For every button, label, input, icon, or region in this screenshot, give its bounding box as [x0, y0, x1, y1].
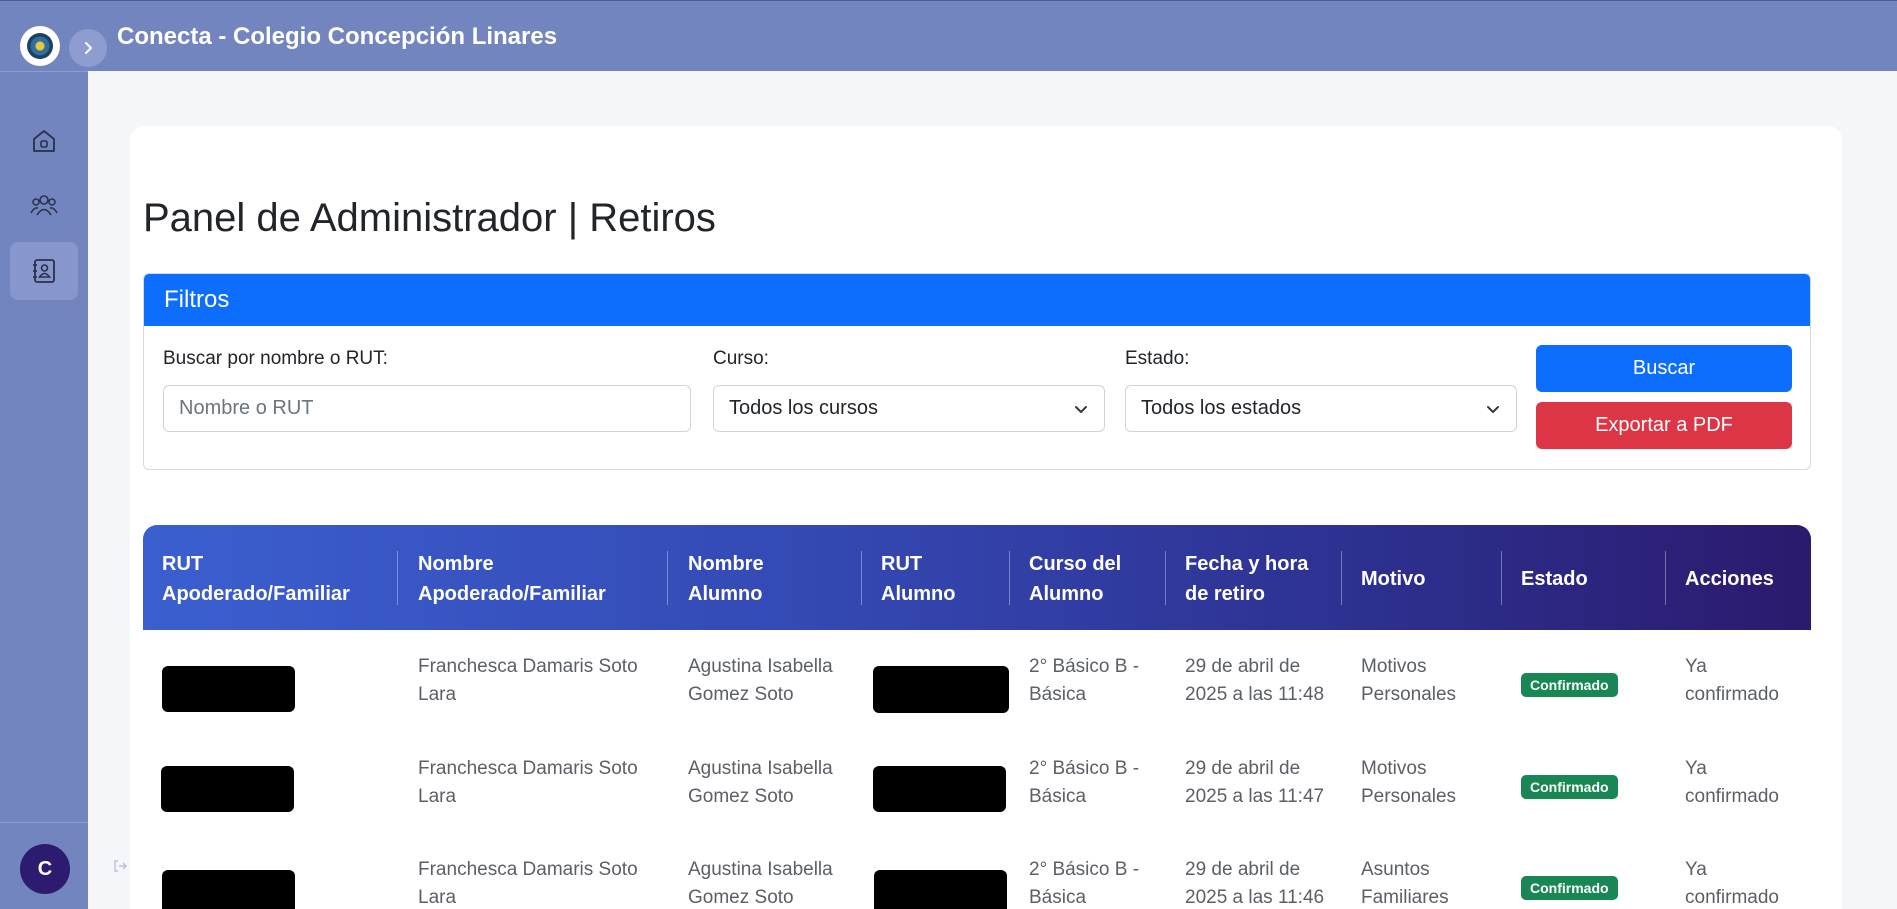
cell-curso: 2° Básico B - Básica	[1029, 656, 1140, 705]
col-separator	[1165, 551, 1166, 605]
col-header-estado[interactable]: Estado	[1521, 564, 1588, 594]
col-separator	[397, 551, 398, 605]
school-logo	[20, 26, 60, 66]
col-header-curso[interactable]: Curso del Alumno	[1029, 549, 1121, 609]
export-pdf-button[interactable]: Exportar a PDF	[1536, 402, 1792, 449]
retiros-table: RUT Apoderado/Familiar Nombre Apoderado/…	[143, 525, 1811, 909]
course-select-value: Todos los cursos	[729, 397, 878, 419]
cell-acciones: Ya confirmado	[1685, 656, 1779, 705]
col-separator	[1009, 551, 1010, 605]
col-header-fecha[interactable]: Fecha y hora de retiro	[1185, 549, 1308, 609]
col-separator	[861, 551, 862, 605]
redacted-rut-apoderado	[162, 666, 295, 712]
filters-header: Filtros	[144, 274, 1810, 326]
school-crest-icon	[27, 33, 53, 59]
redacted-rut-alumno	[873, 766, 1006, 812]
col-separator	[1341, 551, 1342, 605]
cell-fecha: 29 de abril de 2025 a las 11:46	[1185, 859, 1325, 908]
cell-nombre-alumno: Agustina Isabella Gomez Soto	[688, 859, 833, 908]
col-separator	[667, 551, 668, 605]
cell-motivo: Motivos Personales	[1361, 656, 1457, 705]
top-header: Conecta - Colegio Concepción Linares	[0, 0, 1897, 71]
status-badge: Confirmado	[1521, 775, 1618, 799]
sidebar-item-retiros[interactable]	[10, 242, 78, 300]
table-header: RUT Apoderado/Familiar Nombre Apoderado/…	[143, 525, 1811, 630]
redacted-rut-apoderado	[161, 766, 294, 812]
status-select[interactable]: Todos los estados	[1125, 385, 1517, 432]
search-button[interactable]: Buscar	[1536, 345, 1792, 392]
page-title: Panel de Administrador | Retiros	[143, 196, 716, 240]
redacted-rut-apoderado	[162, 870, 295, 909]
user-avatar[interactable]: C	[20, 844, 70, 894]
sidebar-item-home[interactable]	[10, 112, 78, 170]
status-select-value: Todos los estados	[1141, 397, 1302, 419]
table-row: Franchesca Damaris Soto Lara Agustina Is…	[143, 833, 1811, 909]
sidebar: C	[0, 71, 88, 909]
col-header-acciones[interactable]: Acciones	[1685, 564, 1774, 594]
users-icon	[30, 195, 58, 216]
sidebar-item-users[interactable]	[10, 176, 78, 234]
redacted-rut-alumno	[874, 870, 1007, 909]
cell-nombre-apoderado: Franchesca Damaris Soto Lara	[418, 859, 638, 908]
cell-acciones: Ya confirmado	[1685, 859, 1779, 908]
cell-nombre-alumno: Agustina Isabella Gomez Soto	[688, 656, 833, 705]
sidebar-toggle-button[interactable]	[69, 29, 107, 67]
course-label: Curso:	[713, 348, 769, 369]
cell-acciones: Ya confirmado	[1685, 758, 1779, 807]
app-title: Conecta - Colegio Concepción Linares	[117, 23, 558, 50]
cell-curso: 2° Básico B - Básica	[1029, 758, 1140, 807]
course-select[interactable]: Todos los cursos	[713, 385, 1105, 432]
cell-nombre-apoderado: Franchesca Damaris Soto Lara	[418, 656, 638, 705]
table-row: Franchesca Damaris Soto Lara Agustina Is…	[143, 630, 1811, 730]
col-separator	[1665, 551, 1666, 605]
logout-icon[interactable]	[112, 858, 128, 879]
cell-fecha: 29 de abril de 2025 a las 11:48	[1185, 656, 1325, 705]
col-header-rut-alumno[interactable]: RUT Alumno	[881, 549, 955, 609]
status-badge: Confirmado	[1521, 876, 1618, 900]
contact-book-icon	[33, 259, 55, 283]
cell-nombre-alumno: Agustina Isabella Gomez Soto	[688, 758, 833, 807]
col-header-motivo[interactable]: Motivo	[1361, 564, 1425, 594]
col-header-nombre-apoderado[interactable]: Nombre Apoderado/Familiar	[418, 549, 606, 609]
col-header-nombre-alumno[interactable]: Nombre Alumno	[688, 549, 764, 609]
home-icon	[33, 130, 55, 152]
cell-motivo: Motivos Personales	[1361, 758, 1457, 807]
col-separator	[1501, 551, 1502, 605]
status-label: Estado:	[1125, 348, 1190, 369]
status-badge: Confirmado	[1521, 673, 1618, 697]
search-label: Buscar por nombre o RUT:	[163, 348, 388, 369]
search-input[interactable]	[163, 385, 691, 432]
chevron-down-icon	[1487, 405, 1499, 413]
chevron-right-icon	[85, 42, 92, 54]
cell-curso: 2° Básico B - Básica	[1029, 859, 1140, 908]
redacted-rut-alumno	[873, 666, 1009, 713]
cell-nombre-apoderado: Franchesca Damaris Soto Lara	[418, 758, 638, 807]
cell-motivo: Asuntos Familiares	[1361, 859, 1449, 908]
cell-fecha: 29 de abril de 2025 a las 11:47	[1185, 758, 1325, 807]
col-header-rut-apoderado[interactable]: RUT Apoderado/Familiar	[162, 549, 350, 609]
table-row: Franchesca Damaris Soto Lara Agustina Is…	[143, 732, 1811, 832]
chevron-down-icon	[1075, 405, 1087, 413]
filters-panel: Filtros Buscar por nombre o RUT: Curso: …	[143, 273, 1811, 470]
sidebar-divider	[0, 822, 88, 823]
